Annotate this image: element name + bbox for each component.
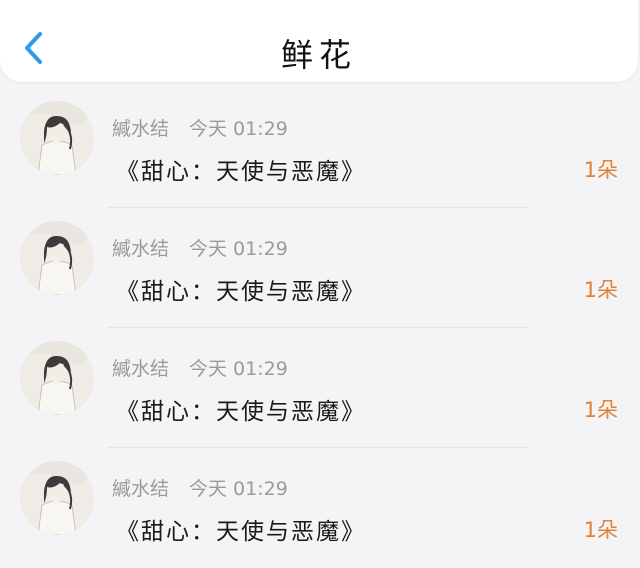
gift-meta: 緘水结 今天 01:29	[112, 354, 288, 381]
avatar[interactable]	[20, 101, 94, 175]
gift-book-title[interactable]: 《甜心：天使与恶魔》	[116, 272, 366, 306]
list-item[interactable]: 緘水结 今天 01:29 《甜心：天使与恶魔》 1朵	[0, 448, 640, 568]
gift-book-title[interactable]: 《甜心：天使与恶魔》	[116, 392, 366, 426]
sender-name[interactable]: 緘水结	[112, 118, 169, 140]
page-title: 鲜花	[280, 36, 357, 74]
sender-name[interactable]: 緘水结	[112, 478, 169, 500]
avatar[interactable]	[20, 341, 94, 415]
gift-meta: 緘水结 今天 01:29	[112, 474, 288, 501]
gift-book-title[interactable]: 《甜心：天使与恶魔》	[116, 512, 366, 546]
gift-book-title[interactable]: 《甜心：天使与恶魔》	[116, 152, 366, 186]
gift-time: 今天 01:29	[189, 238, 288, 260]
sender-name[interactable]: 緘水结	[112, 238, 169, 260]
gift-time: 今天 01:29	[189, 358, 288, 380]
top-bar: 鲜花	[0, 0, 638, 82]
avatar[interactable]	[20, 461, 94, 535]
flower-list: 緘水结 今天 01:29 《甜心：天使与恶魔》 1朵 緘水结 今天 01:29 《甜…	[0, 88, 640, 568]
avatar[interactable]	[20, 221, 94, 295]
flower-count: 1朵	[583, 278, 618, 302]
flower-count: 1朵	[583, 518, 618, 542]
flower-count: 1朵	[583, 158, 618, 182]
gift-time: 今天 01:29	[189, 478, 288, 500]
gift-meta: 緘水结 今天 01:29	[112, 234, 288, 261]
gift-time: 今天 01:29	[189, 118, 288, 140]
gift-meta: 緘水结 今天 01:29	[112, 114, 288, 141]
sender-name[interactable]: 緘水结	[112, 358, 169, 380]
list-item[interactable]: 緘水结 今天 01:29 《甜心：天使与恶魔》 1朵	[0, 328, 640, 448]
list-item[interactable]: 緘水结 今天 01:29 《甜心：天使与恶魔》 1朵	[0, 208, 640, 328]
list-item[interactable]: 緘水结 今天 01:29 《甜心：天使与恶魔》 1朵	[0, 88, 640, 208]
flower-count: 1朵	[583, 398, 618, 422]
